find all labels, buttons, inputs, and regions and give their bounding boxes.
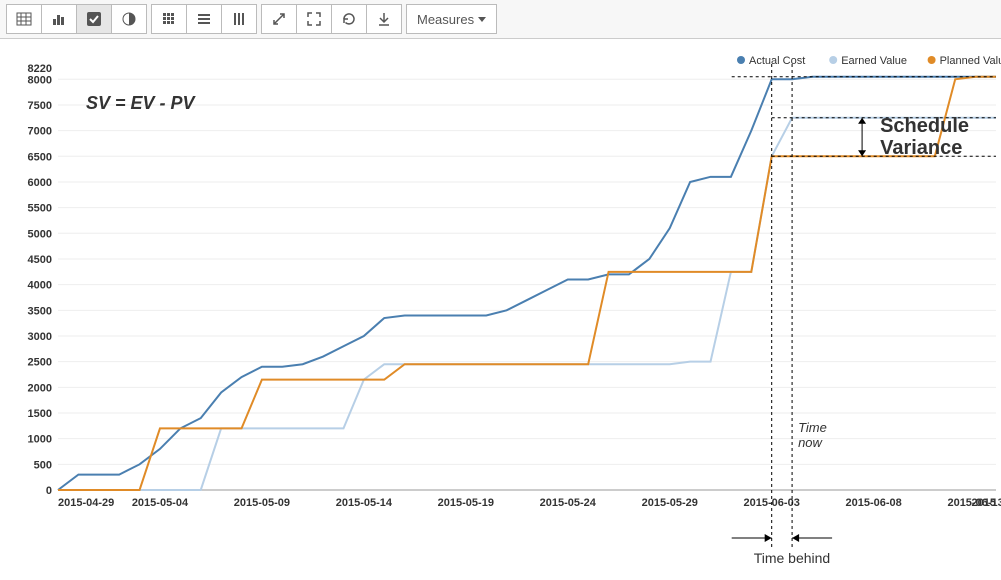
- svg-text:7500: 7500: [28, 100, 52, 112]
- svg-text:5000: 5000: [28, 228, 52, 240]
- time-now-label: Time now: [798, 420, 827, 450]
- svg-text:6500: 6500: [28, 151, 52, 163]
- svg-text:4000: 4000: [28, 280, 52, 292]
- bar-chart-button[interactable]: [42, 4, 77, 34]
- chevron-down-icon: [478, 17, 486, 22]
- fullscreen-button[interactable]: [297, 4, 332, 34]
- measures-label: Measures: [417, 12, 474, 27]
- svg-text:1500: 1500: [28, 408, 52, 420]
- svg-text:3500: 3500: [28, 305, 52, 317]
- table-view-button[interactable]: [6, 4, 42, 34]
- svg-text:8220: 8220: [28, 63, 52, 75]
- svg-text:8000: 8000: [28, 74, 52, 86]
- svg-text:Actual Cost: Actual Cost: [749, 55, 805, 67]
- formula-annotation: SV = EV - PV: [86, 93, 195, 114]
- toolbar: Measures: [0, 0, 1001, 39]
- contrast-button[interactable]: [112, 4, 147, 34]
- measures-group: Measures: [406, 4, 497, 34]
- svg-text:Earned Value: Earned Value: [841, 55, 907, 67]
- svg-text:6000: 6000: [28, 177, 52, 189]
- grid-button[interactable]: [151, 4, 187, 34]
- svg-text:1000: 1000: [28, 434, 52, 446]
- svg-text:2015: 2015: [972, 497, 996, 509]
- svg-text:2015-05-14: 2015-05-14: [336, 497, 393, 509]
- columns-button[interactable]: [222, 4, 257, 34]
- svg-text:2015-05-19: 2015-05-19: [438, 497, 494, 509]
- svg-text:Planned Value: Planned Value: [940, 55, 1001, 67]
- svg-text:2500: 2500: [28, 357, 52, 369]
- view-mode-group: [6, 4, 147, 34]
- download-button[interactable]: [367, 4, 402, 34]
- svg-text:2015-06-08: 2015-06-08: [846, 497, 902, 509]
- refresh-button[interactable]: [332, 4, 367, 34]
- list-button[interactable]: [187, 4, 222, 34]
- actions-group: [261, 4, 402, 34]
- chart-area: 0 500 1000 1500 2000 2500 3000 3500 4000 4500 5000…: [0, 38, 1001, 580]
- schedule-variance-label: Schedule Variance: [880, 115, 969, 159]
- time-behind-label: Time behind: [754, 550, 831, 566]
- svg-text:2015-05-09: 2015-05-09: [234, 497, 290, 509]
- svg-text:2015-05-24: 2015-05-24: [540, 497, 597, 509]
- svg-text:3000: 3000: [28, 331, 52, 343]
- svg-text:4500: 4500: [28, 254, 52, 266]
- svg-text:5500: 5500: [28, 203, 52, 215]
- line-chart: 0 500 1000 1500 2000 2500 3000 3500 4000 4500 5000…: [0, 38, 1001, 580]
- svg-text:2000: 2000: [28, 382, 52, 394]
- expand-button[interactable]: [261, 4, 297, 34]
- layout-group: [151, 4, 257, 34]
- svg-text:2015-05-04: 2015-05-04: [132, 497, 189, 509]
- svg-text:2015-05-29: 2015-05-29: [642, 497, 698, 509]
- svg-text:2015-04-29: 2015-04-29: [58, 497, 114, 509]
- check-button[interactable]: [77, 4, 112, 34]
- measures-dropdown[interactable]: Measures: [406, 4, 497, 34]
- svg-text:7000: 7000: [28, 126, 52, 138]
- svg-text:500: 500: [34, 459, 52, 471]
- svg-text:0: 0: [46, 485, 52, 497]
